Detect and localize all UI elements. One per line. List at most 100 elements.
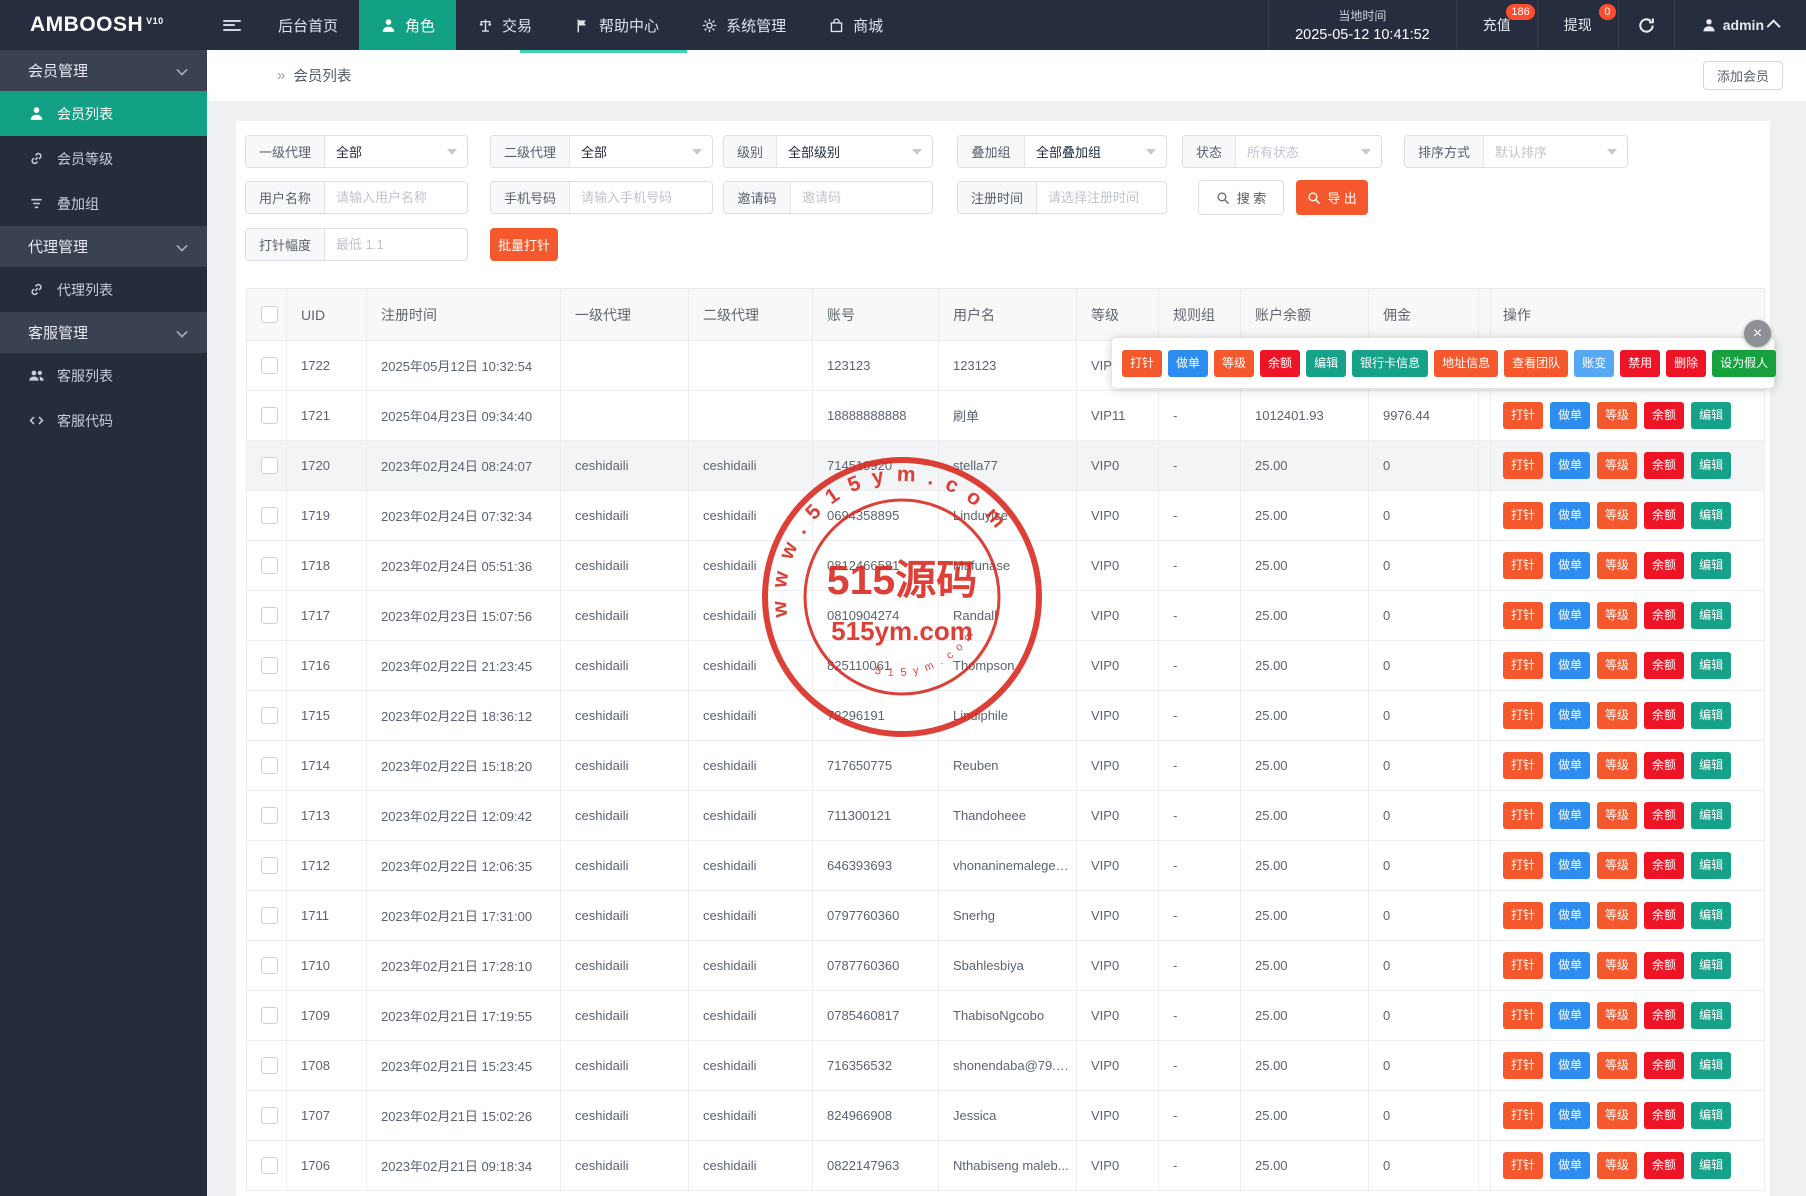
popup-action-7[interactable]: 地址信息 xyxy=(1434,350,1498,377)
recharge-button[interactable]: 充值 186 xyxy=(1456,0,1537,50)
select-all-checkbox[interactable] xyxy=(261,306,278,323)
filter-select-5[interactable]: 状态所有状态 xyxy=(1182,135,1382,168)
popup-action-5[interactable]: 编辑 xyxy=(1306,350,1346,377)
nav-item-6[interactable]: 商城 xyxy=(807,0,904,50)
filter-select-4[interactable]: 叠加组全部叠加组 xyxy=(957,135,1167,168)
action-orange-button[interactable]: 打针 xyxy=(1503,502,1543,529)
row-checkbox[interactable] xyxy=(261,407,278,424)
popup-action-1[interactable]: 打针 xyxy=(1122,350,1162,377)
action-blue-button[interactable]: 做单 xyxy=(1550,752,1590,779)
row-checkbox[interactable] xyxy=(261,1007,278,1024)
popup-action-11[interactable]: 删除 xyxy=(1666,350,1706,377)
action-orange-button[interactable]: 等级 xyxy=(1597,1052,1637,1079)
nav-item-5[interactable]: 系统管理 xyxy=(680,0,807,50)
action-teal-button[interactable]: 编辑 xyxy=(1691,502,1731,529)
sidebar-item-6[interactable]: 代理列表 xyxy=(0,267,207,312)
action-teal-button[interactable]: 编辑 xyxy=(1691,1052,1731,1079)
action-red-button[interactable]: 余额 xyxy=(1644,752,1684,779)
action-teal-button[interactable]: 编辑 xyxy=(1691,1102,1731,1129)
action-orange-button[interactable]: 打针 xyxy=(1503,602,1543,629)
action-red-button[interactable]: 余额 xyxy=(1644,402,1684,429)
row-checkbox[interactable] xyxy=(261,357,278,374)
action-red-button[interactable]: 余额 xyxy=(1644,652,1684,679)
sidebar-item-2[interactable]: 会员列表 xyxy=(0,91,207,136)
sidebar-item-9[interactable]: 客服代码 xyxy=(0,398,207,443)
action-red-button[interactable]: 余额 xyxy=(1644,452,1684,479)
action-orange-button[interactable]: 等级 xyxy=(1597,852,1637,879)
action-orange-button[interactable]: 打针 xyxy=(1503,552,1543,579)
action-red-button[interactable]: 余额 xyxy=(1644,702,1684,729)
action-orange-button[interactable]: 打针 xyxy=(1503,652,1543,679)
batch-needle-button[interactable]: 批量打针 xyxy=(490,228,558,261)
row-checkbox[interactable] xyxy=(261,557,278,574)
sidebar-item-8[interactable]: 客服列表 xyxy=(0,353,207,398)
action-teal-button[interactable]: 编辑 xyxy=(1691,452,1731,479)
action-orange-button[interactable]: 等级 xyxy=(1597,1002,1637,1029)
popup-action-2[interactable]: 做单 xyxy=(1168,350,1208,377)
action-teal-button[interactable]: 编辑 xyxy=(1691,1152,1731,1179)
filter-select-6[interactable]: 排序方式默认排序 xyxy=(1404,135,1628,168)
row-checkbox[interactable] xyxy=(261,757,278,774)
row-checkbox[interactable] xyxy=(261,657,278,674)
action-orange-button[interactable]: 打针 xyxy=(1503,852,1543,879)
action-teal-button[interactable]: 编辑 xyxy=(1691,702,1731,729)
row-checkbox[interactable] xyxy=(261,957,278,974)
action-blue-button[interactable]: 做单 xyxy=(1550,402,1590,429)
action-teal-button[interactable]: 编辑 xyxy=(1691,902,1731,929)
filter-text-input[interactable] xyxy=(336,190,456,205)
row-checkbox[interactable] xyxy=(261,1057,278,1074)
user-menu[interactable]: admin xyxy=(1674,0,1806,50)
sidebar-item-7[interactable]: 客服管理 xyxy=(0,312,207,353)
action-teal-button[interactable]: 编辑 xyxy=(1691,852,1731,879)
row-checkbox[interactable] xyxy=(261,857,278,874)
withdraw-button[interactable]: 提现 0 xyxy=(1537,0,1618,50)
row-checkbox[interactable] xyxy=(261,707,278,724)
action-blue-button[interactable]: 做单 xyxy=(1550,1002,1590,1029)
action-teal-button[interactable]: 编辑 xyxy=(1691,952,1731,979)
row-checkbox[interactable] xyxy=(261,1157,278,1174)
popup-action-8[interactable]: 查看团队 xyxy=(1504,350,1568,377)
action-orange-button[interactable]: 打针 xyxy=(1503,702,1543,729)
popup-action-6[interactable]: 银行卡信息 xyxy=(1352,350,1428,377)
popup-action-3[interactable]: 等级 xyxy=(1214,350,1254,377)
action-blue-button[interactable]: 做单 xyxy=(1550,1102,1590,1129)
filter-select-value-wrap[interactable]: 默认排序 xyxy=(1484,136,1627,167)
action-blue-button[interactable]: 做单 xyxy=(1550,502,1590,529)
action-orange-button[interactable]: 等级 xyxy=(1597,552,1637,579)
filter-text-input[interactable] xyxy=(802,190,921,205)
action-red-button[interactable]: 余额 xyxy=(1644,1052,1684,1079)
action-blue-button[interactable]: 做单 xyxy=(1550,652,1590,679)
action-orange-button[interactable]: 等级 xyxy=(1597,452,1637,479)
action-blue-button[interactable]: 做单 xyxy=(1550,702,1590,729)
refresh-button[interactable] xyxy=(1618,0,1674,50)
popup-close-icon[interactable]: × xyxy=(1744,320,1771,347)
action-orange-button[interactable]: 打针 xyxy=(1503,1152,1543,1179)
popup-action-12[interactable]: 设为假人 xyxy=(1712,350,1776,377)
action-red-button[interactable]: 余额 xyxy=(1644,802,1684,829)
action-orange-button[interactable]: 打针 xyxy=(1503,402,1543,429)
action-red-button[interactable]: 余额 xyxy=(1644,1002,1684,1029)
export-button[interactable]: 导 出 xyxy=(1296,180,1368,215)
action-blue-button[interactable]: 做单 xyxy=(1550,552,1590,579)
action-orange-button[interactable]: 等级 xyxy=(1597,402,1637,429)
filter-select-2[interactable]: 二级代理全部 xyxy=(490,135,713,168)
action-orange-button[interactable]: 等级 xyxy=(1597,1152,1637,1179)
action-teal-button[interactable]: 编辑 xyxy=(1691,752,1731,779)
action-orange-button[interactable]: 打针 xyxy=(1503,1002,1543,1029)
action-teal-button[interactable]: 编辑 xyxy=(1691,802,1731,829)
action-blue-button[interactable]: 做单 xyxy=(1550,602,1590,629)
action-orange-button[interactable]: 打针 xyxy=(1503,902,1543,929)
action-blue-button[interactable]: 做单 xyxy=(1550,1052,1590,1079)
sidebar-item-4[interactable]: 叠加组 xyxy=(0,181,207,226)
nav-item-3[interactable]: 交易 xyxy=(456,0,553,50)
popup-action-4[interactable]: 余额 xyxy=(1260,350,1300,377)
filter-select-1[interactable]: 一级代理全部 xyxy=(245,135,468,168)
action-red-button[interactable]: 余额 xyxy=(1644,902,1684,929)
filter-select-value-wrap[interactable]: 全部级别 xyxy=(777,136,932,167)
row-checkbox[interactable] xyxy=(261,457,278,474)
filter-select-value-wrap[interactable]: 全部叠加组 xyxy=(1025,136,1166,167)
row-checkbox[interactable] xyxy=(261,807,278,824)
action-orange-button[interactable]: 等级 xyxy=(1597,602,1637,629)
action-teal-button[interactable]: 编辑 xyxy=(1691,552,1731,579)
filter-text-input[interactable] xyxy=(581,190,701,205)
